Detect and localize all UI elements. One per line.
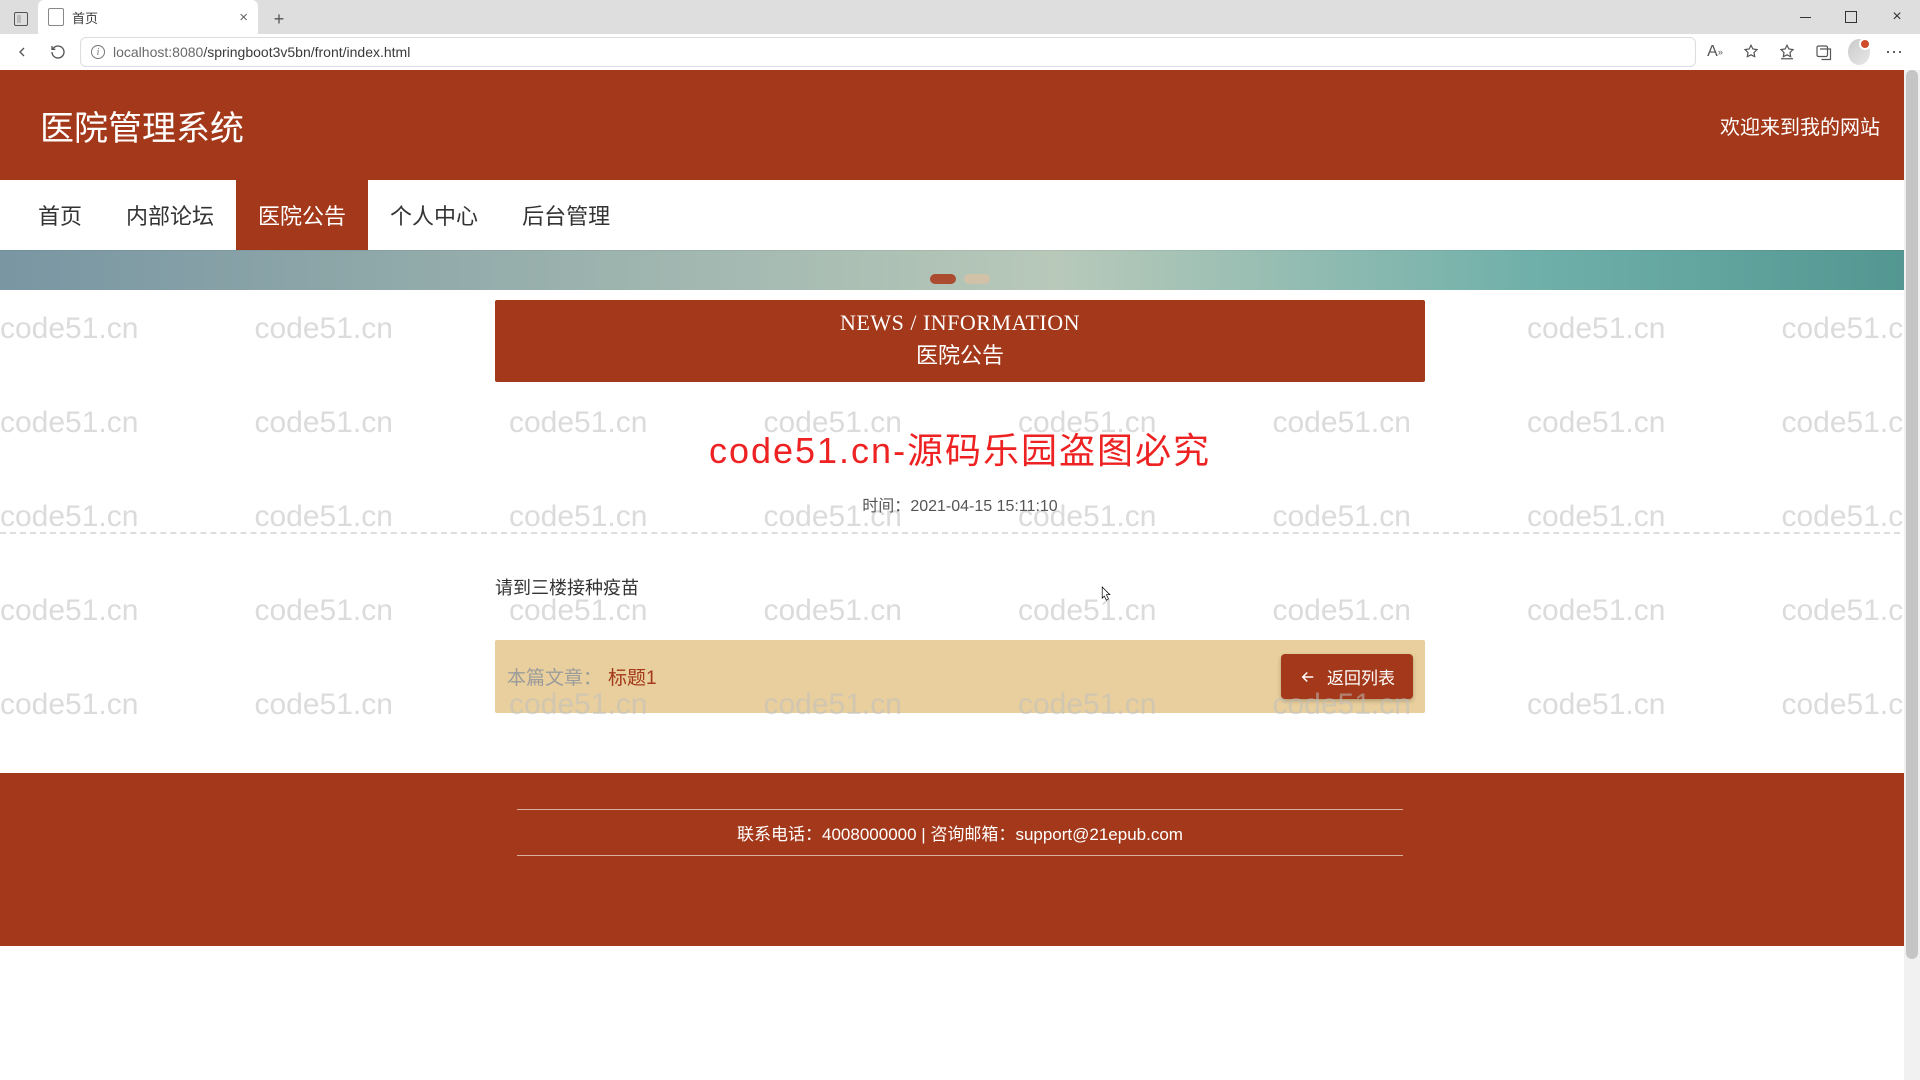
welcome-text: 欢迎来到我的网站 bbox=[1720, 111, 1880, 140]
read-aloud-icon[interactable]: A» bbox=[1704, 41, 1726, 63]
url-path: /springboot3v5bn/front/index.html bbox=[203, 44, 410, 60]
email-value: support@21epub.com bbox=[1015, 825, 1183, 844]
section-title-eng: NEWS / INFORMATION bbox=[495, 310, 1425, 336]
main-nav: 首页 内部论坛 医院公告 个人中心 后台管理 bbox=[0, 180, 1920, 250]
phone-label: 联系电话： bbox=[737, 825, 822, 844]
page-topbar: 医院管理系统 欢迎来到我的网站 bbox=[0, 70, 1920, 180]
window-controls: × bbox=[1782, 0, 1920, 34]
section-header: NEWS / INFORMATION 医院公告 bbox=[495, 300, 1425, 382]
nav-profile[interactable]: 个人中心 bbox=[368, 180, 500, 250]
arrow-left-icon bbox=[1299, 668, 1317, 686]
footer-sep: | bbox=[917, 825, 931, 844]
collections-icon[interactable] bbox=[1812, 41, 1834, 63]
article-title: code51.cn-源码乐园盗图必究 bbox=[0, 422, 1920, 474]
browser-tab[interactable]: 首页 × bbox=[38, 0, 258, 34]
divider bbox=[0, 532, 1920, 534]
nav-admin[interactable]: 后台管理 bbox=[500, 180, 632, 250]
address-row: localhost:8080/springboot3v5bn/front/ind… bbox=[0, 34, 1920, 70]
nav-label: 医院公告 bbox=[258, 199, 346, 231]
time-label: 时间： bbox=[862, 498, 910, 515]
phone-value: 4008000000 bbox=[822, 825, 917, 844]
email-label: 咨询邮箱： bbox=[930, 825, 1015, 844]
window-maximize-button[interactable] bbox=[1828, 0, 1874, 34]
article-time: 时间：2021-04-15 15:11:10 bbox=[0, 492, 1920, 516]
footer-label: 本篇文章： bbox=[507, 668, 602, 689]
new-tab-button[interactable]: + bbox=[264, 4, 294, 34]
url-host: localhost bbox=[113, 44, 168, 60]
banner bbox=[0, 250, 1920, 290]
back-to-list-button[interactable]: 返回列表 bbox=[1281, 654, 1413, 699]
toolbar-icons: A» ⋯ bbox=[1704, 41, 1912, 63]
article-footer: 本篇文章： 标题1 返回列表 bbox=[495, 640, 1425, 713]
tab-manager-icon[interactable] bbox=[4, 4, 38, 34]
vertical-scrollbar[interactable] bbox=[1904, 70, 1920, 1080]
browser-chrome: 首页 × + × localhost:8080/springboot3v5bn/… bbox=[0, 0, 1920, 70]
window-minimize-button[interactable] bbox=[1782, 0, 1828, 34]
site-title: 医院管理系统 bbox=[40, 101, 244, 150]
window-close-button[interactable]: × bbox=[1874, 0, 1920, 34]
article-footer-text: 本篇文章： 标题1 bbox=[507, 663, 657, 690]
site-info-icon[interactable] bbox=[91, 45, 105, 59]
favorites-bar-icon[interactable] bbox=[1776, 41, 1798, 63]
carousel-dots bbox=[930, 274, 990, 284]
nav-forum[interactable]: 内部论坛 bbox=[104, 180, 236, 250]
tab-strip: 首页 × + × bbox=[0, 0, 1920, 34]
article-body: 请到三楼接种疫苗 bbox=[495, 574, 1425, 600]
carousel-dot-1[interactable] bbox=[930, 274, 956, 284]
more-menu-icon[interactable]: ⋯ bbox=[1884, 41, 1906, 63]
tab-title: 首页 bbox=[72, 8, 98, 27]
nav-label: 首页 bbox=[38, 199, 82, 231]
nav-label: 内部论坛 bbox=[126, 199, 214, 231]
address-bar[interactable]: localhost:8080/springboot3v5bn/front/ind… bbox=[80, 37, 1696, 67]
scrollbar-thumb[interactable] bbox=[1906, 70, 1918, 959]
nav-label: 个人中心 bbox=[390, 199, 478, 231]
favorites-icon[interactable] bbox=[1740, 41, 1762, 63]
back-nav-button[interactable] bbox=[8, 38, 36, 66]
refresh-button[interactable] bbox=[44, 38, 72, 66]
url-port: :8080 bbox=[168, 44, 203, 60]
close-tab-icon[interactable]: × bbox=[239, 9, 248, 26]
article: code51.cn-源码乐园盗图必究 时间：2021-04-15 15:11:1… bbox=[0, 422, 1920, 516]
back-button-label: 返回列表 bbox=[1327, 664, 1395, 689]
page-footer: 联系电话：4008000000 | 咨询邮箱：support@21epub.co… bbox=[0, 773, 1920, 946]
section-title-chn: 医院公告 bbox=[495, 338, 1425, 370]
page-icon bbox=[48, 8, 64, 26]
time-value: 2021-04-15 15:11:10 bbox=[910, 498, 1057, 515]
carousel-dot-2[interactable] bbox=[964, 274, 990, 284]
footer-value: 标题1 bbox=[608, 668, 657, 689]
footer-contact: 联系电话：4008000000 | 咨询邮箱：support@21epub.co… bbox=[517, 809, 1403, 856]
nav-announcement[interactable]: 医院公告 bbox=[236, 180, 368, 250]
profile-avatar[interactable] bbox=[1848, 41, 1870, 63]
nav-label: 后台管理 bbox=[522, 199, 610, 231]
nav-home[interactable]: 首页 bbox=[16, 180, 104, 250]
